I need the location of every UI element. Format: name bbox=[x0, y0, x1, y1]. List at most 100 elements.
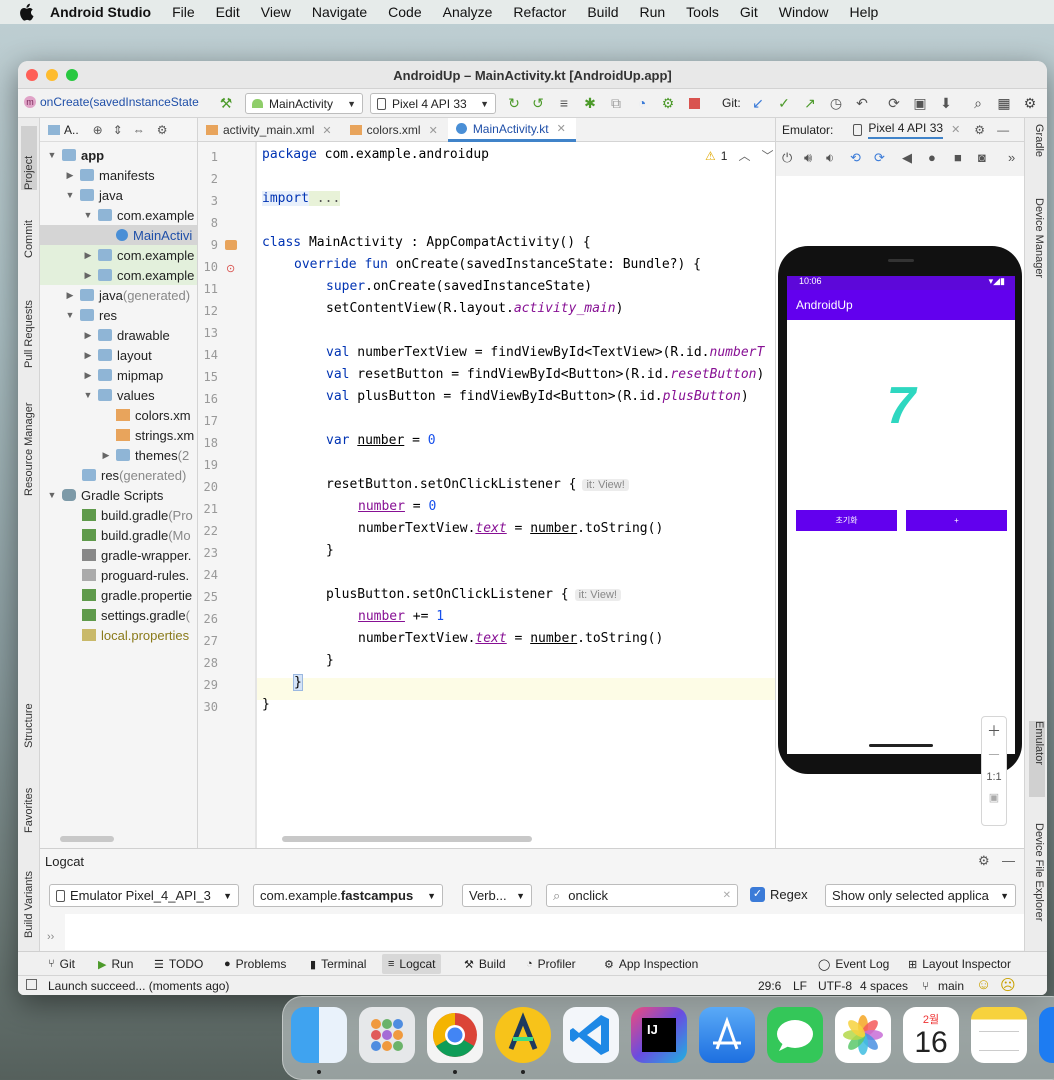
tree-values[interactable]: ▼ values bbox=[40, 385, 197, 405]
tab-mainactivity-kt[interactable]: MainActivity.kt ✕ bbox=[447, 118, 576, 142]
tab-resource-manager[interactable]: Resource Manager bbox=[21, 386, 37, 496]
tree-drawable[interactable]: ▶ drawable bbox=[40, 325, 197, 345]
device-select[interactable]: Pixel 4 API 33 ▼ bbox=[370, 93, 496, 114]
hammer-icon[interactable]: ⚒ bbox=[218, 95, 234, 111]
tree-proguard-rules[interactable]: proguard-rules. bbox=[40, 565, 197, 585]
rotate-left-icon[interactable]: ⟲ bbox=[850, 150, 861, 166]
regex-checkbox[interactable]: ✓ bbox=[750, 887, 765, 902]
tree-package-androidtest[interactable]: ▶ com.example bbox=[40, 265, 197, 285]
tree-mainactivity[interactable]: MainActivi bbox=[40, 225, 197, 245]
volume-up-icon[interactable]: 🔊︎ bbox=[804, 150, 812, 166]
caret-position[interactable]: 29:6 bbox=[758, 979, 781, 993]
tool-app-inspection[interactable]: ⚙ App Inspection bbox=[604, 957, 698, 971]
apply-changes-icon[interactable]: ↺ bbox=[530, 95, 546, 111]
tab-favorites[interactable]: Favorites bbox=[21, 763, 37, 833]
tab-colors-xml[interactable]: colors.xml ✕ bbox=[342, 118, 448, 142]
git-branch[interactable]: main bbox=[938, 979, 964, 993]
menu-edit[interactable]: Edit bbox=[216, 4, 240, 20]
collapse-all-icon[interactable]: ⇔ bbox=[133, 123, 145, 137]
expand-toolbar-icon[interactable]: ›› bbox=[47, 931, 54, 943]
overview-icon[interactable]: ■ bbox=[954, 150, 962, 165]
locate-icon[interactable]: ⊕ bbox=[93, 123, 103, 137]
tree-gradle-properties[interactable]: gradle.propertie bbox=[40, 585, 197, 605]
happy-face-icon[interactable]: ☺ bbox=[976, 976, 991, 993]
tree-res-generated[interactable]: res (generated) bbox=[40, 465, 197, 485]
home-icon[interactable]: ● bbox=[928, 150, 936, 165]
screenshot-icon[interactable]: ◙ bbox=[978, 150, 986, 165]
project-structure-icon[interactable]: ▦ bbox=[996, 95, 1012, 111]
tool-build[interactable]: ⚒ Build bbox=[464, 957, 506, 971]
apple-icon[interactable] bbox=[18, 3, 36, 21]
tool-event-log[interactable]: ◯ Event Log bbox=[818, 957, 889, 971]
editor-horizontal-scrollbar[interactable] bbox=[282, 836, 532, 842]
tree-strings-xml[interactable]: strings.xm bbox=[40, 425, 197, 445]
tree-app[interactable]: ▼ app bbox=[40, 145, 197, 165]
app-store-icon[interactable] bbox=[1039, 1007, 1054, 1063]
tree-res[interactable]: ▼ res bbox=[40, 305, 197, 325]
tab-project[interactable]: Project bbox=[21, 126, 37, 190]
menu-git[interactable]: Git bbox=[740, 4, 758, 20]
sdk-manager-icon[interactable]: ⬇ bbox=[938, 95, 954, 111]
tree-layout[interactable]: ▶ layout bbox=[40, 345, 197, 365]
tree-gradle-wrapper[interactable]: gradle-wrapper. bbox=[40, 545, 197, 565]
settings-icon[interactable]: ⚙ bbox=[974, 123, 985, 137]
menu-code[interactable]: Code bbox=[388, 4, 421, 20]
launchpad-icon[interactable] bbox=[359, 1007, 415, 1063]
tab-activity-main-xml[interactable]: activity_main.xml ✕ bbox=[198, 118, 342, 142]
tab-device-file-explorer[interactable]: Device File Explorer bbox=[1029, 823, 1045, 943]
phone-screen[interactable]: 10:06 ▾◢▮ AndroidUp 7 초기화 + bbox=[787, 276, 1015, 754]
logcat-filter-select[interactable]: Show only selected applica ▼ bbox=[825, 884, 1016, 907]
finder-icon[interactable] bbox=[291, 1007, 347, 1063]
expand-all-icon[interactable]: ⇕ bbox=[113, 123, 123, 137]
tool-profiler[interactable]: ◔ Profiler bbox=[526, 957, 576, 971]
settings-icon[interactable]: ⚙ bbox=[1022, 95, 1038, 111]
reset-button[interactable]: 초기화 bbox=[796, 510, 897, 531]
options-icon[interactable]: ⚙ bbox=[157, 123, 168, 137]
menu-app-name[interactable]: Android Studio bbox=[50, 4, 151, 20]
zoom-in-icon[interactable]: ＋ bbox=[982, 721, 1006, 741]
close-icon[interactable]: ✕ bbox=[951, 123, 960, 136]
minimize-icon[interactable]: — bbox=[1002, 853, 1015, 868]
menu-refactor[interactable]: Refactor bbox=[513, 4, 566, 20]
menu-analyze[interactable]: Analyze bbox=[443, 4, 493, 20]
tree-themes[interactable]: ▶ themes (2 bbox=[40, 445, 197, 465]
tab-pull-requests[interactable]: Pull Requests bbox=[21, 278, 37, 368]
project-scrollbar[interactable] bbox=[60, 836, 114, 842]
menu-view[interactable]: View bbox=[261, 4, 291, 20]
more-icon[interactable]: » bbox=[1008, 150, 1015, 165]
tree-local-properties[interactable]: local.properties bbox=[40, 625, 197, 645]
tool-windows-toggle-icon[interactable] bbox=[26, 979, 37, 990]
git-push-icon[interactable]: ↗ bbox=[802, 95, 818, 111]
tree-java-generated[interactable]: ▶ java (generated) bbox=[40, 285, 197, 305]
tool-logcat[interactable]: ≡ Logcat bbox=[382, 954, 442, 974]
tree-package[interactable]: ▼ com.example bbox=[40, 205, 197, 225]
git-update-icon[interactable]: ↙ bbox=[750, 95, 766, 111]
override-icon[interactable]: ⊙ bbox=[226, 262, 235, 275]
menu-window[interactable]: Window bbox=[779, 4, 829, 20]
menu-run[interactable]: Run bbox=[639, 4, 665, 20]
tool-terminal[interactable]: ▮ Terminal bbox=[310, 957, 366, 971]
messages-icon[interactable] bbox=[767, 1007, 823, 1063]
vscode-icon[interactable] bbox=[563, 1007, 619, 1063]
logcat-package-select[interactable]: com.example. fastcampus ▼ bbox=[253, 884, 443, 907]
chrome-icon[interactable] bbox=[427, 1007, 483, 1063]
logcat-search-field[interactable]: ⌕ onclick ✕ bbox=[546, 884, 738, 907]
power-icon[interactable]: ⏻ bbox=[782, 150, 792, 166]
logcat-output[interactable] bbox=[65, 914, 1024, 950]
apply-code-changes-icon[interactable]: ≡ bbox=[556, 95, 572, 111]
calendar-icon[interactable]: 2월 16 bbox=[903, 1007, 959, 1063]
fit-screen-icon[interactable]: ▣ bbox=[982, 791, 1006, 804]
tree-settings-gradle[interactable]: settings.gradle ( bbox=[40, 605, 197, 625]
rerun-icon[interactable]: ↻ bbox=[506, 95, 522, 111]
tab-gradle[interactable]: Gradle bbox=[1029, 124, 1045, 184]
inspection-widget[interactable]: ⚠ 1 ︿ ﹀ bbox=[705, 147, 774, 164]
project-view-select[interactable]: A.. bbox=[64, 123, 79, 137]
close-icon[interactable]: ✕ bbox=[557, 122, 566, 135]
menu-tools[interactable]: Tools bbox=[686, 4, 719, 20]
tree-gradle-scripts[interactable]: ▼ Gradle Scripts bbox=[40, 485, 197, 505]
file-encoding[interactable]: UTF-8 bbox=[818, 979, 852, 993]
minimize-icon[interactable]: — bbox=[997, 123, 1009, 137]
tool-layout-inspector[interactable]: ⊞ Layout Inspector bbox=[908, 957, 1011, 971]
search-icon[interactable]: ⌕ bbox=[970, 95, 986, 111]
gesture-bar[interactable] bbox=[869, 744, 933, 747]
